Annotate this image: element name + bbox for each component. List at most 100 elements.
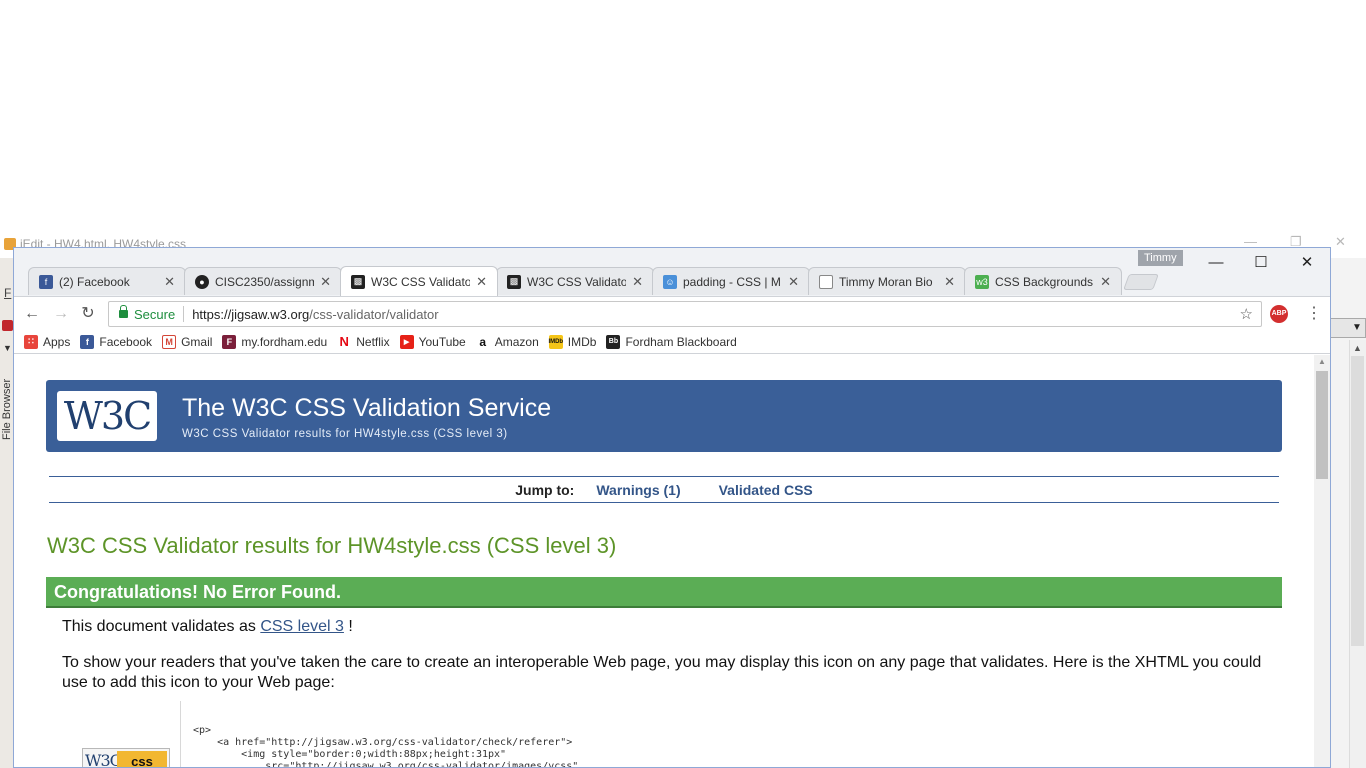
scroll-thumb[interactable] <box>1316 371 1328 479</box>
tab-close-icon[interactable]: ✕ <box>632 274 643 290</box>
tab-close-icon[interactable]: ✕ <box>1100 274 1111 290</box>
bookmark-star-icon[interactable]: ☆ <box>1240 305 1253 323</box>
gmail-icon: M <box>162 334 177 349</box>
banner-title: The W3C CSS Validation Service <box>182 394 552 422</box>
minimize-icon[interactable]: — <box>1201 252 1231 274</box>
bookmark-gmail[interactable]: M Gmail <box>162 334 213 349</box>
w3c-logo[interactable]: W3C <box>57 391 157 441</box>
bookmark-fordham[interactable]: F my.fordham.edu <box>222 334 328 349</box>
blackboard-icon: Bb <box>606 334 621 349</box>
bookmark-apps[interactable]: ∷ Apps <box>24 334 70 349</box>
jedit-side-panel <box>0 258 14 768</box>
tab-close-icon[interactable]: ✕ <box>320 274 331 290</box>
jedit-dropdown-arrow-icon[interactable]: ▼ <box>3 343 12 353</box>
tab-mdn-padding[interactable]: ☺ padding - CSS | M ✕ <box>652 267 810 295</box>
new-tab-button[interactable] <box>1123 274 1159 290</box>
close-icon[interactable]: ✕ <box>1292 252 1322 274</box>
chrome-titlebar: f (2) Facebook ✕ ● CISC2350/assignm ✕ ▩ … <box>14 248 1330 296</box>
bookmark-label: IMDb <box>567 334 597 349</box>
tab-github[interactable]: ● CISC2350/assignm ✕ <box>184 267 342 295</box>
bookmark-youtube[interactable]: ▶ YouTube <box>399 334 466 349</box>
jump-validated-css-link[interactable]: Validated CSS <box>719 482 813 498</box>
tab-w3c-validator[interactable]: ▩ W3C CSS Validato ✕ <box>496 267 654 295</box>
page-scrollbar[interactable]: ▲ <box>1314 355 1330 767</box>
bookmark-label: Facebook <box>99 334 153 349</box>
url-path: /css-validator/validator <box>309 306 439 322</box>
tab-css-backgrounds[interactable]: w3 CSS Backgrounds ✕ <box>964 267 1122 295</box>
tab-close-icon[interactable]: ✕ <box>476 274 487 290</box>
chrome-window: f (2) Facebook ✕ ● CISC2350/assignm ✕ ▩ … <box>13 247 1331 768</box>
validates-paragraph: This document validates as CSS level 3 ! <box>62 618 353 636</box>
secure-label: Secure <box>134 306 176 322</box>
adblock-plus-icon[interactable]: ABP <box>1270 305 1288 323</box>
css-level-3-link[interactable]: CSS level 3 <box>260 618 344 635</box>
netflix-icon: N <box>337 334 352 349</box>
jedit-menu-f[interactable]: F <box>4 286 11 300</box>
jump-label: Jump to: <box>515 481 575 498</box>
chrome-menu-icon[interactable]: ⋮ <box>1304 303 1324 325</box>
tab-close-icon[interactable]: ✕ <box>164 274 175 290</box>
facebook-icon: f <box>39 274 53 289</box>
bookmark-label: my.fordham.edu <box>241 334 328 349</box>
tab-close-icon[interactable]: ✕ <box>788 274 799 290</box>
tab-label: CSS Backgrounds <box>995 274 1094 289</box>
back-icon[interactable]: ← <box>21 303 43 325</box>
tab-label: Timmy Moran Bio <box>839 274 933 289</box>
mdn-icon: ☺ <box>663 274 677 289</box>
jump-to-nav: Jump to: Warnings (1) Validated CSS <box>49 476 1279 503</box>
tab-label: W3C CSS Validato <box>371 274 471 289</box>
bookmark-label: Netflix <box>356 334 390 349</box>
apps-icon: ∷ <box>24 334 38 349</box>
success-banner: Congratulations! No Error Found. <box>46 577 1282 608</box>
bookmark-netflix[interactable]: N Netflix <box>337 334 390 349</box>
valid-css-badge[interactable]: W3C css <box>82 748 170 768</box>
jedit-file-browser-tab[interactable]: File Browser <box>1 370 13 440</box>
jedit-scroll-thumb[interactable] <box>1351 356 1364 646</box>
validates-prefix: This document validates as <box>62 618 256 635</box>
results-heading: W3C CSS Validator results for HW4style.c… <box>47 533 617 558</box>
jedit-stop-icon[interactable] <box>2 320 13 331</box>
bookmark-blackboard[interactable]: Bb Fordham Blackboard <box>606 334 737 349</box>
maximize-icon[interactable]: ☐ <box>1246 252 1276 274</box>
tab-timmy-bio[interactable]: Timmy Moran Bio ✕ <box>808 267 966 295</box>
document-icon <box>819 274 833 289</box>
bookmark-imdb[interactable]: IMDb IMDb <box>548 334 597 349</box>
desktop: jEdit - HW4.html, HW4style.css — ❐ ✕ F ▼… <box>0 0 1366 768</box>
tab-w3c-validator-active[interactable]: ▩ W3C CSS Validato ✕ <box>340 266 498 296</box>
tab-close-icon[interactable]: ✕ <box>944 274 955 290</box>
tab-label: (2) Facebook <box>59 274 130 289</box>
w3schools-icon: w3 <box>975 274 989 289</box>
bookmark-label: Fordham Blackboard <box>625 334 737 349</box>
address-bar[interactable]: Secure https://jigsaw.w3.org /css-valida… <box>108 301 1262 327</box>
w3c-icon: ▩ <box>507 274 521 289</box>
bookmark-amazon[interactable]: a Amazon <box>475 334 539 349</box>
scroll-up-icon[interactable]: ▲ <box>1314 357 1330 366</box>
badge-css-text: css <box>117 751 167 767</box>
bookmark-label: Gmail <box>181 334 213 349</box>
banner-subtitle: W3C CSS Validator results for HW4style.c… <box>182 428 508 440</box>
url-host: https://jigsaw.w3.org <box>192 306 310 322</box>
profile-button[interactable]: Timmy <box>1138 250 1183 266</box>
bookmarks-bar: ∷ Apps f Facebook M Gmail F my.fordham.e… <box>14 330 1330 354</box>
jedit-buffer-dropdown-icon[interactable]: ▼ <box>1348 318 1366 338</box>
forward-icon[interactable]: → <box>50 303 72 325</box>
jedit-scroll-up-icon[interactable]: ▲ <box>1349 340 1366 356</box>
address-separator <box>183 306 185 322</box>
tab-facebook[interactable]: f (2) Facebook ✕ <box>28 267 186 295</box>
bookmark-label: YouTube <box>418 334 466 349</box>
page-viewport: W3C The W3C CSS Validation Service W3C C… <box>14 355 1314 768</box>
facebook-icon: f <box>80 334 95 349</box>
reload-icon[interactable]: ↻ <box>77 303 99 325</box>
code-snippet: <p> <a href="http://jigsaw.w3.org/css-va… <box>193 725 579 768</box>
youtube-icon: ▶ <box>399 334 414 349</box>
w3c-icon: ▩ <box>351 274 365 289</box>
tab-label: padding - CSS | M <box>683 274 781 289</box>
jump-warnings-link[interactable]: Warnings (1) <box>596 482 680 498</box>
validates-suffix: ! <box>348 618 353 635</box>
tab-strip: f (2) Facebook ✕ ● CISC2350/assignm ✕ ▩ … <box>28 266 1159 297</box>
github-icon: ● <box>195 274 209 289</box>
badge-w3c-text: W3C <box>85 751 122 768</box>
bookmark-label: Amazon <box>494 334 539 349</box>
jedit-close-icon[interactable]: ✕ <box>1335 234 1346 250</box>
bookmark-facebook[interactable]: f Facebook <box>80 334 153 349</box>
